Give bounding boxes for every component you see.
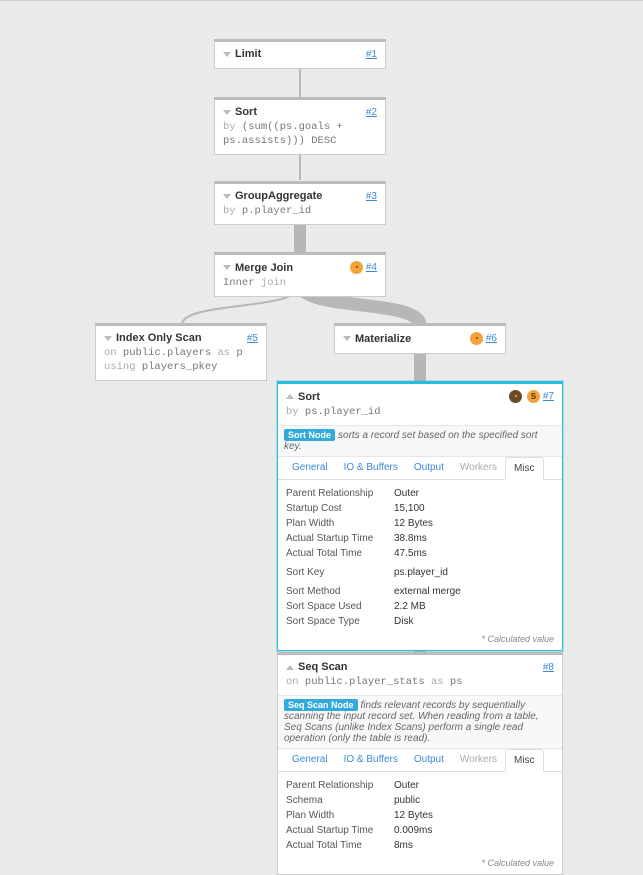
cost-badge-icon: ◔ <box>470 332 483 345</box>
node-title: Sort <box>298 391 320 403</box>
node-title: Index Only Scan <box>116 332 202 344</box>
chevron-down-icon[interactable] <box>104 336 112 341</box>
detail-row: Sort Methodexternal merge <box>286 584 554 599</box>
chevron-down-icon[interactable] <box>223 194 231 199</box>
chevron-down-icon[interactable] <box>223 52 231 57</box>
node-link[interactable]: #3 <box>366 191 377 202</box>
tab-io[interactable]: IO & Buffers <box>336 457 406 479</box>
tab-output[interactable]: Output <box>406 749 452 771</box>
detail-row: Parent RelationshipOuter <box>286 778 554 793</box>
node-link[interactable]: #6 <box>486 333 497 344</box>
node-title: Limit <box>235 48 261 60</box>
detail-row: Plan Width12 Bytes <box>286 516 554 531</box>
detail-row: Sort Space Used2.2 MB <box>286 599 554 614</box>
detail-rows: Parent RelationshipOuter Schemapublic Pl… <box>286 772 554 855</box>
node-subtitle: on public.players as p using players_pke… <box>104 346 258 374</box>
node-title: GroupAggregate <box>235 190 322 202</box>
cost-badge-icon: ◔ <box>509 390 522 403</box>
detail-row: Actual Startup Time0.009ms <box>286 823 554 838</box>
plan-node-indexonlyscan[interactable]: Index Only Scan #5 on public.players as … <box>95 323 267 381</box>
node-title: Seq Scan <box>298 661 348 673</box>
tab-misc[interactable]: Misc <box>505 749 544 772</box>
tab-workers: Workers <box>452 749 505 771</box>
plan-node-groupaggregate[interactable]: GroupAggregate #3 by p.player_id <box>214 181 386 225</box>
plan-node-materialize[interactable]: Materialize ◔ #6 <box>334 323 506 354</box>
plan-node-limit[interactable]: Limit #1 <box>214 39 386 69</box>
detail-row: Actual Startup Time38.8ms <box>286 531 554 546</box>
node-subtitle: by (sum((ps.goals + ps.assists))) DESC <box>223 120 377 148</box>
calculated-note: * Calculated value <box>286 855 554 868</box>
detail-row: Plan Width12 Bytes <box>286 808 554 823</box>
slow-badge-icon: S <box>527 390 540 403</box>
node-link[interactable]: #4 <box>366 262 377 273</box>
plan-node-sort-expanded[interactable]: Sort ◔ S #7 by ps.player_id Sort Nodesor… <box>277 381 563 651</box>
tab-io[interactable]: IO & Buffers <box>336 749 406 771</box>
node-title: Materialize <box>355 333 411 345</box>
node-title: Merge Join <box>235 262 293 274</box>
chevron-up-icon[interactable] <box>286 665 294 670</box>
node-link[interactable]: #5 <box>247 333 258 344</box>
tab-misc[interactable]: Misc <box>505 457 544 480</box>
detail-row: Schemapublic <box>286 793 554 808</box>
detail-tabs: General IO & Buffers Output Workers Misc <box>278 457 562 480</box>
node-link[interactable]: #7 <box>543 391 554 402</box>
node-description: Seq Scan Nodefinds relevant records by s… <box>278 695 562 749</box>
detail-row: Parent RelationshipOuter <box>286 486 554 501</box>
detail-tabs: General IO & Buffers Output Workers Misc <box>278 749 562 772</box>
node-link[interactable]: #2 <box>366 107 377 118</box>
chevron-up-icon[interactable] <box>286 394 294 399</box>
node-link[interactable]: #8 <box>543 662 554 673</box>
calculated-note: * Calculated value <box>286 631 554 644</box>
detail-row: Startup Cost15,100 <box>286 501 554 516</box>
node-subtitle: by p.player_id <box>223 204 377 218</box>
tab-output[interactable]: Output <box>406 457 452 479</box>
plan-node-seqscan-expanded[interactable]: Seq Scan #8 on public.player_stats as ps… <box>277 652 563 875</box>
node-description: Sort Nodesorts a record set based on the… <box>278 425 562 457</box>
node-link[interactable]: #1 <box>366 49 377 60</box>
detail-row: Actual Total Time47.5ms <box>286 546 554 561</box>
node-subtitle: by ps.player_id <box>286 405 554 419</box>
node-subtitle: on public.player_stats as ps <box>286 675 554 689</box>
chevron-down-icon[interactable] <box>343 336 351 341</box>
tab-general[interactable]: General <box>284 749 336 771</box>
detail-rows: Parent RelationshipOuter Startup Cost15,… <box>286 480 554 631</box>
detail-row: Actual Total Time8ms <box>286 838 554 853</box>
node-subtitle: Inner join <box>223 276 377 290</box>
chevron-down-icon[interactable] <box>223 110 231 115</box>
detail-row: Sort Key ps.player_id <box>286 565 554 580</box>
tab-general[interactable]: General <box>284 457 336 479</box>
detail-row: Sort Space TypeDisk <box>286 614 554 629</box>
cost-badge-icon: ◔ <box>350 261 363 274</box>
tab-workers: Workers <box>452 457 505 479</box>
plan-node-mergejoin[interactable]: Merge Join ◔ #4 Inner join <box>214 252 386 297</box>
plan-node-sort[interactable]: Sort #2 by (sum((ps.goals + ps.assists))… <box>214 97 386 155</box>
node-title: Sort <box>235 106 257 118</box>
chevron-down-icon[interactable] <box>223 265 231 270</box>
